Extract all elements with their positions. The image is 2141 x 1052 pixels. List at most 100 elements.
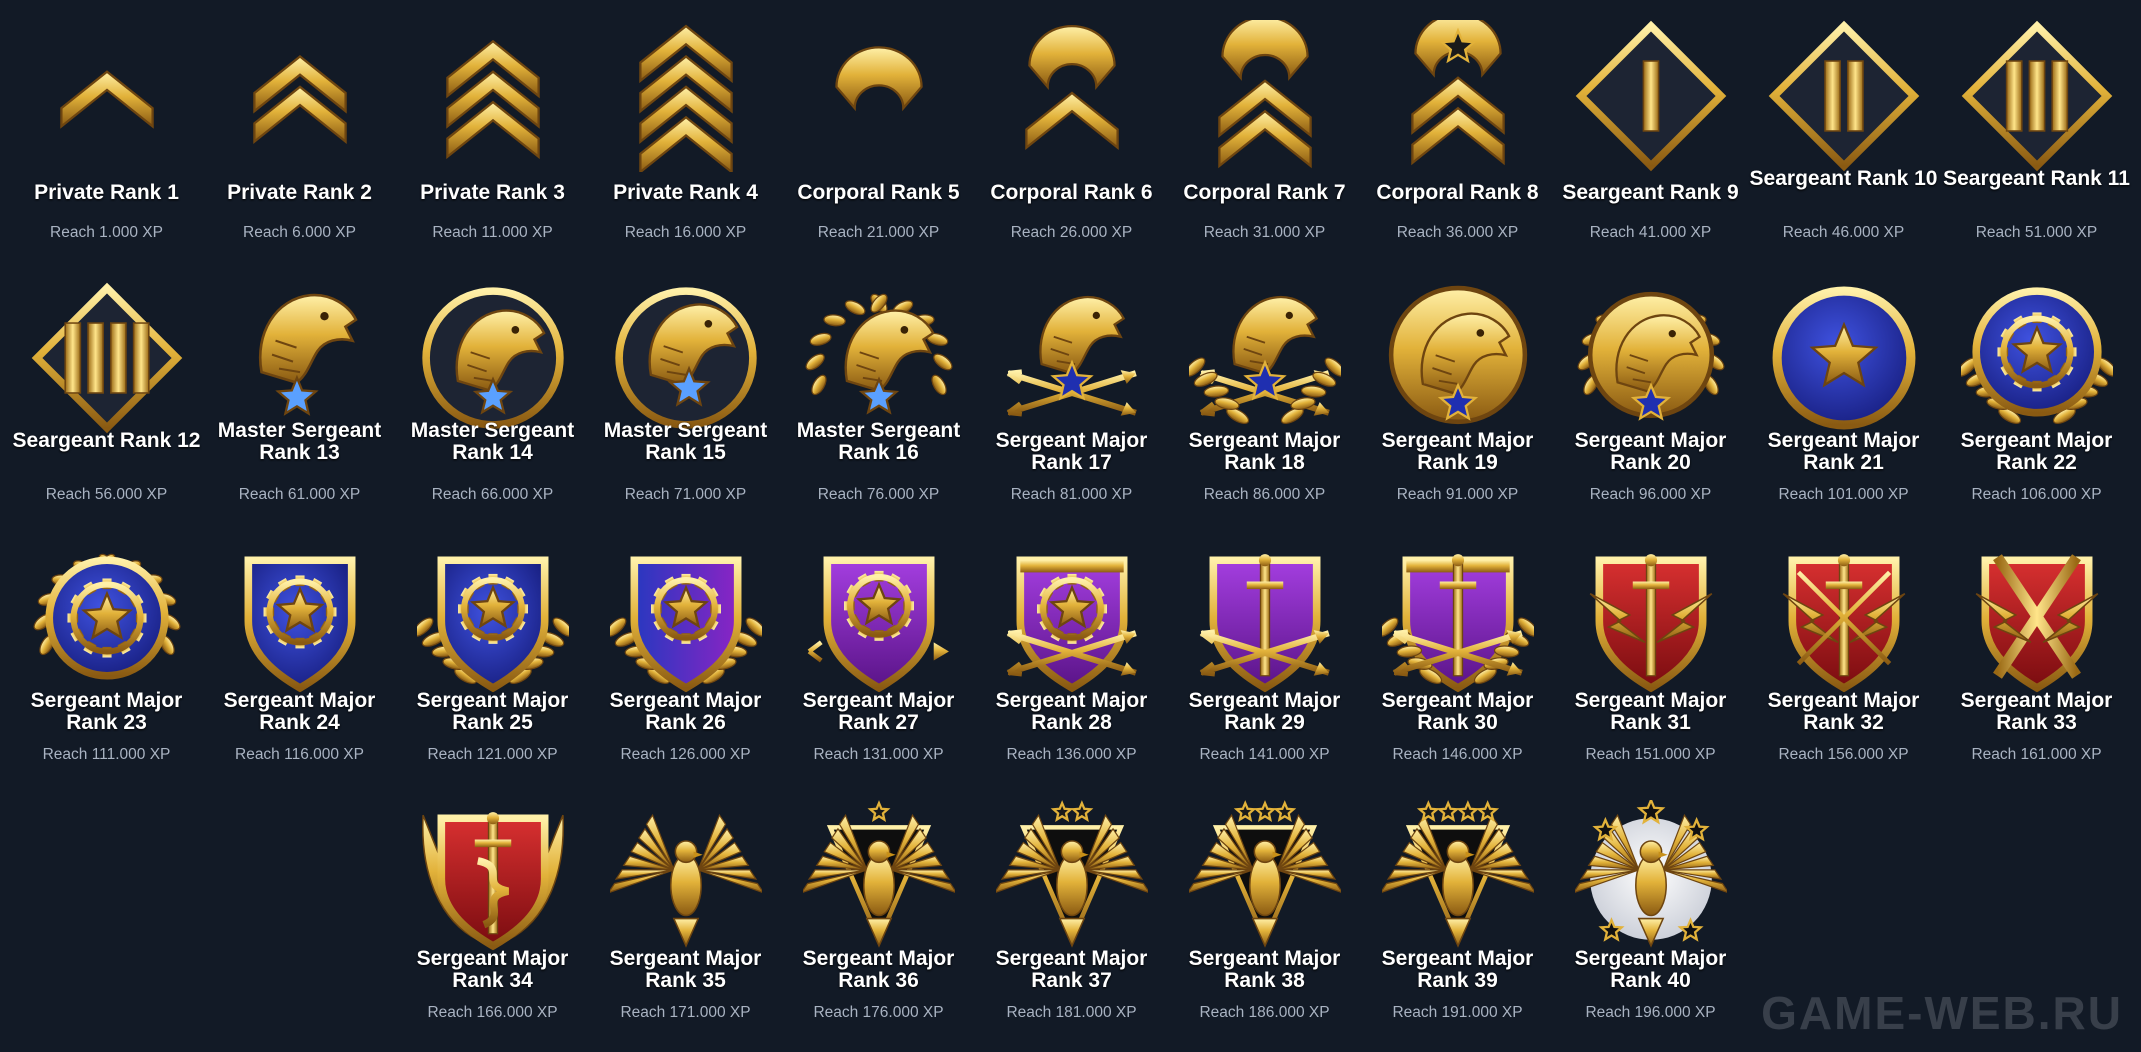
rank-card: Sergeant Major Rank 30 Reach 146.000 XP	[1361, 522, 1554, 782]
rank-card: Master Sergeant Rank 14 Reach 66.000 XP	[396, 262, 589, 522]
rank-label: Sergeant Major Rank 39	[1381, 947, 1534, 992]
rank-xp-requirement: Reach 26.000 XP	[1010, 224, 1133, 241]
purple-shield-sword-laurel-icon	[1377, 542, 1539, 694]
rocker-chevron-1-icon	[996, 20, 1148, 172]
rank-card: Corporal Rank 8 Reach 36.000 XP	[1361, 0, 1554, 260]
rank-card: Corporal Rank 6 Reach 26.000 XP	[975, 0, 1168, 260]
rank-card: Sergeant Major Rank 40 Reach 196.000 XP	[1554, 780, 1747, 1040]
rank-label: Sergeant Major Rank 21	[1767, 429, 1920, 474]
diamond-bar-3-icon	[1961, 20, 2113, 172]
watermark: GAME-WEB.RU	[1761, 987, 2123, 1039]
rank-card: Sergeant Major Rank 37 Reach 181.000 XP	[975, 780, 1168, 1040]
chevron-4-icon	[610, 20, 762, 175]
rank-card: Sergeant Major Rank 34 Reach 166.000 XP	[396, 780, 589, 1040]
rank-xp-requirement: Reach 136.000 XP	[1006, 746, 1137, 763]
rank-label: Sergeant Major Rank 25	[416, 689, 569, 734]
eagle-star-icon	[224, 282, 376, 434]
eagle-medal-icon	[1382, 282, 1534, 434]
rocker-star-chevron-icon	[1382, 12, 1534, 172]
rank-xp-requirement: Reach 51.000 XP	[1975, 224, 2098, 241]
rank-xp-requirement: Reach 41.000 XP	[1589, 224, 1712, 241]
rank-card: Sergeant Major Rank 31 Reach 151.000 XP	[1554, 522, 1747, 782]
rank-xp-requirement: Reach 111.000 XP	[42, 746, 171, 763]
rank-label: Corporal Rank 6	[990, 181, 1153, 204]
red-shield-crossed-swords-icon	[1961, 542, 2113, 694]
rank-xp-requirement: Reach 71.000 XP	[624, 486, 747, 503]
rank-xp-requirement: Reach 181.000 XP	[1006, 1004, 1137, 1021]
rank-label: Seargeant Rank 10	[1749, 167, 1938, 190]
rank-xp-requirement: Reach 31.000 XP	[1203, 224, 1326, 241]
rank-label: Private Rank 4	[613, 181, 758, 204]
diamond-bar-2-icon	[1768, 20, 1920, 172]
spread-eagle-3-stars-icon	[1185, 800, 1345, 952]
rank-xp-requirement: Reach 146.000 XP	[1392, 746, 1523, 763]
red-shield-lightning-icon	[1575, 542, 1727, 694]
rank-card: Sergeant Major Rank 20 Reach 96.000 XP	[1554, 262, 1747, 522]
rank-label: Sergeant Major Rank 22	[1960, 429, 2113, 474]
eagle-arrows-laurel-icon	[1184, 282, 1346, 434]
rank-card: Private Rank 1 Reach 1.000 XP	[10, 0, 203, 260]
rank-xp-requirement: Reach 21.000 XP	[817, 224, 940, 241]
rank-xp-requirement: Reach 131.000 XP	[813, 746, 944, 763]
rank-card: Sergeant Major Rank 18 Reach 86.000 XP	[1168, 262, 1361, 522]
rank-label: Private Rank 3	[420, 181, 565, 204]
eagle-medal-laurel-icon	[1575, 282, 1727, 434]
rank-xp-requirement: Reach 126.000 XP	[620, 746, 751, 763]
rank-card: Corporal Rank 5 Reach 21.000 XP	[782, 0, 975, 260]
rank-card: Private Rank 4 Reach 16.000 XP	[589, 0, 782, 260]
rank-card: Sergeant Major Rank 21 Reach 101.000 XP	[1747, 262, 1940, 522]
rank-xp-requirement: Reach 91.000 XP	[1396, 486, 1519, 503]
rank-label: Seargeant Rank 12	[12, 429, 201, 452]
rank-label: Sergeant Major Rank 36	[802, 947, 955, 992]
eagle-laurel-icon	[803, 282, 955, 434]
rank-label: Sergeant Major Rank 29	[1188, 689, 1341, 734]
purple-shield-sword-icon	[1189, 542, 1341, 694]
rank-xp-requirement: Reach 81.000 XP	[1010, 486, 1133, 503]
rank-xp-requirement: Reach 76.000 XP	[817, 486, 940, 503]
blue-gear-medal-laurel-icon	[1956, 282, 2118, 434]
spread-eagle-4-stars-icon	[1378, 800, 1538, 952]
red-shield-snake-wings-icon	[417, 800, 569, 952]
rank-label: Sergeant Major Rank 38	[1188, 947, 1341, 992]
eagle-ring-star-icon	[610, 282, 762, 434]
rank-label: Corporal Rank 8	[1376, 181, 1539, 204]
eagle-ring-icon	[417, 282, 569, 434]
rank-card: Sergeant Major Rank 35 Reach 171.000 XP	[589, 780, 782, 1040]
blue-gear-medal-wreath-icon	[31, 542, 183, 694]
blue-shield-laurel-icon	[412, 542, 574, 694]
eagle-arrows-icon	[996, 282, 1148, 434]
spread-eagle-5-stars-icon	[1571, 797, 1731, 952]
red-shield-swords-icon	[1768, 542, 1920, 694]
rank-label: Seargeant Rank 9	[1562, 181, 1739, 204]
rank-card: Sergeant Major Rank 24 Reach 116.000 XP	[203, 522, 396, 782]
purple-shield-arrows-icon	[996, 542, 1148, 694]
rank-label: Sergeant Major Rank 23	[30, 689, 183, 734]
rank-xp-requirement: Reach 101.000 XP	[1778, 486, 1909, 503]
rank-card: Sergeant Major Rank 38 Reach 186.000 XP	[1168, 780, 1361, 1040]
rank-card: Seargeant Rank 12 Reach 56.000 XP	[10, 262, 203, 522]
chevron-2-icon	[224, 20, 376, 172]
spread-eagle-1-star-icon	[799, 800, 959, 952]
rank-xp-requirement: Reach 46.000 XP	[1782, 224, 1905, 241]
blue-purple-shield-icon	[605, 542, 767, 694]
rank-xp-requirement: Reach 151.000 XP	[1585, 746, 1716, 763]
rank-card: Master Sergeant Rank 16 Reach 76.000 XP	[782, 262, 975, 522]
rank-label: Private Rank 1	[34, 181, 179, 204]
rank-label: Master Sergeant Rank 16	[796, 419, 961, 464]
rank-label: Sergeant Major Rank 17	[995, 429, 1148, 474]
rank-label: Sergeant Major Rank 40	[1574, 947, 1727, 992]
rank-label: Sergeant Major Rank 27	[802, 689, 955, 734]
rank-xp-requirement: Reach 16.000 XP	[624, 224, 747, 241]
rank-xp-requirement: Reach 171.000 XP	[620, 1004, 751, 1021]
rank-xp-requirement: Reach 191.000 XP	[1392, 1004, 1523, 1021]
rank-label: Private Rank 2	[227, 181, 372, 204]
rank-xp-requirement: Reach 116.000 XP	[235, 746, 364, 763]
rank-xp-requirement: Reach 156.000 XP	[1778, 746, 1909, 763]
rank-label: Sergeant Major Rank 28	[995, 689, 1148, 734]
rank-card: Sergeant Major Rank 36 Reach 176.000 XP	[782, 780, 975, 1040]
rank-label: Sergeant Major Rank 18	[1188, 429, 1341, 474]
rank-label: Sergeant Major Rank 31	[1574, 689, 1727, 734]
rank-card: Sergeant Major Rank 26 Reach 126.000 XP	[589, 522, 782, 782]
rank-card: Sergeant Major Rank 17 Reach 81.000 XP	[975, 262, 1168, 522]
rank-label: Corporal Rank 5	[797, 181, 960, 204]
